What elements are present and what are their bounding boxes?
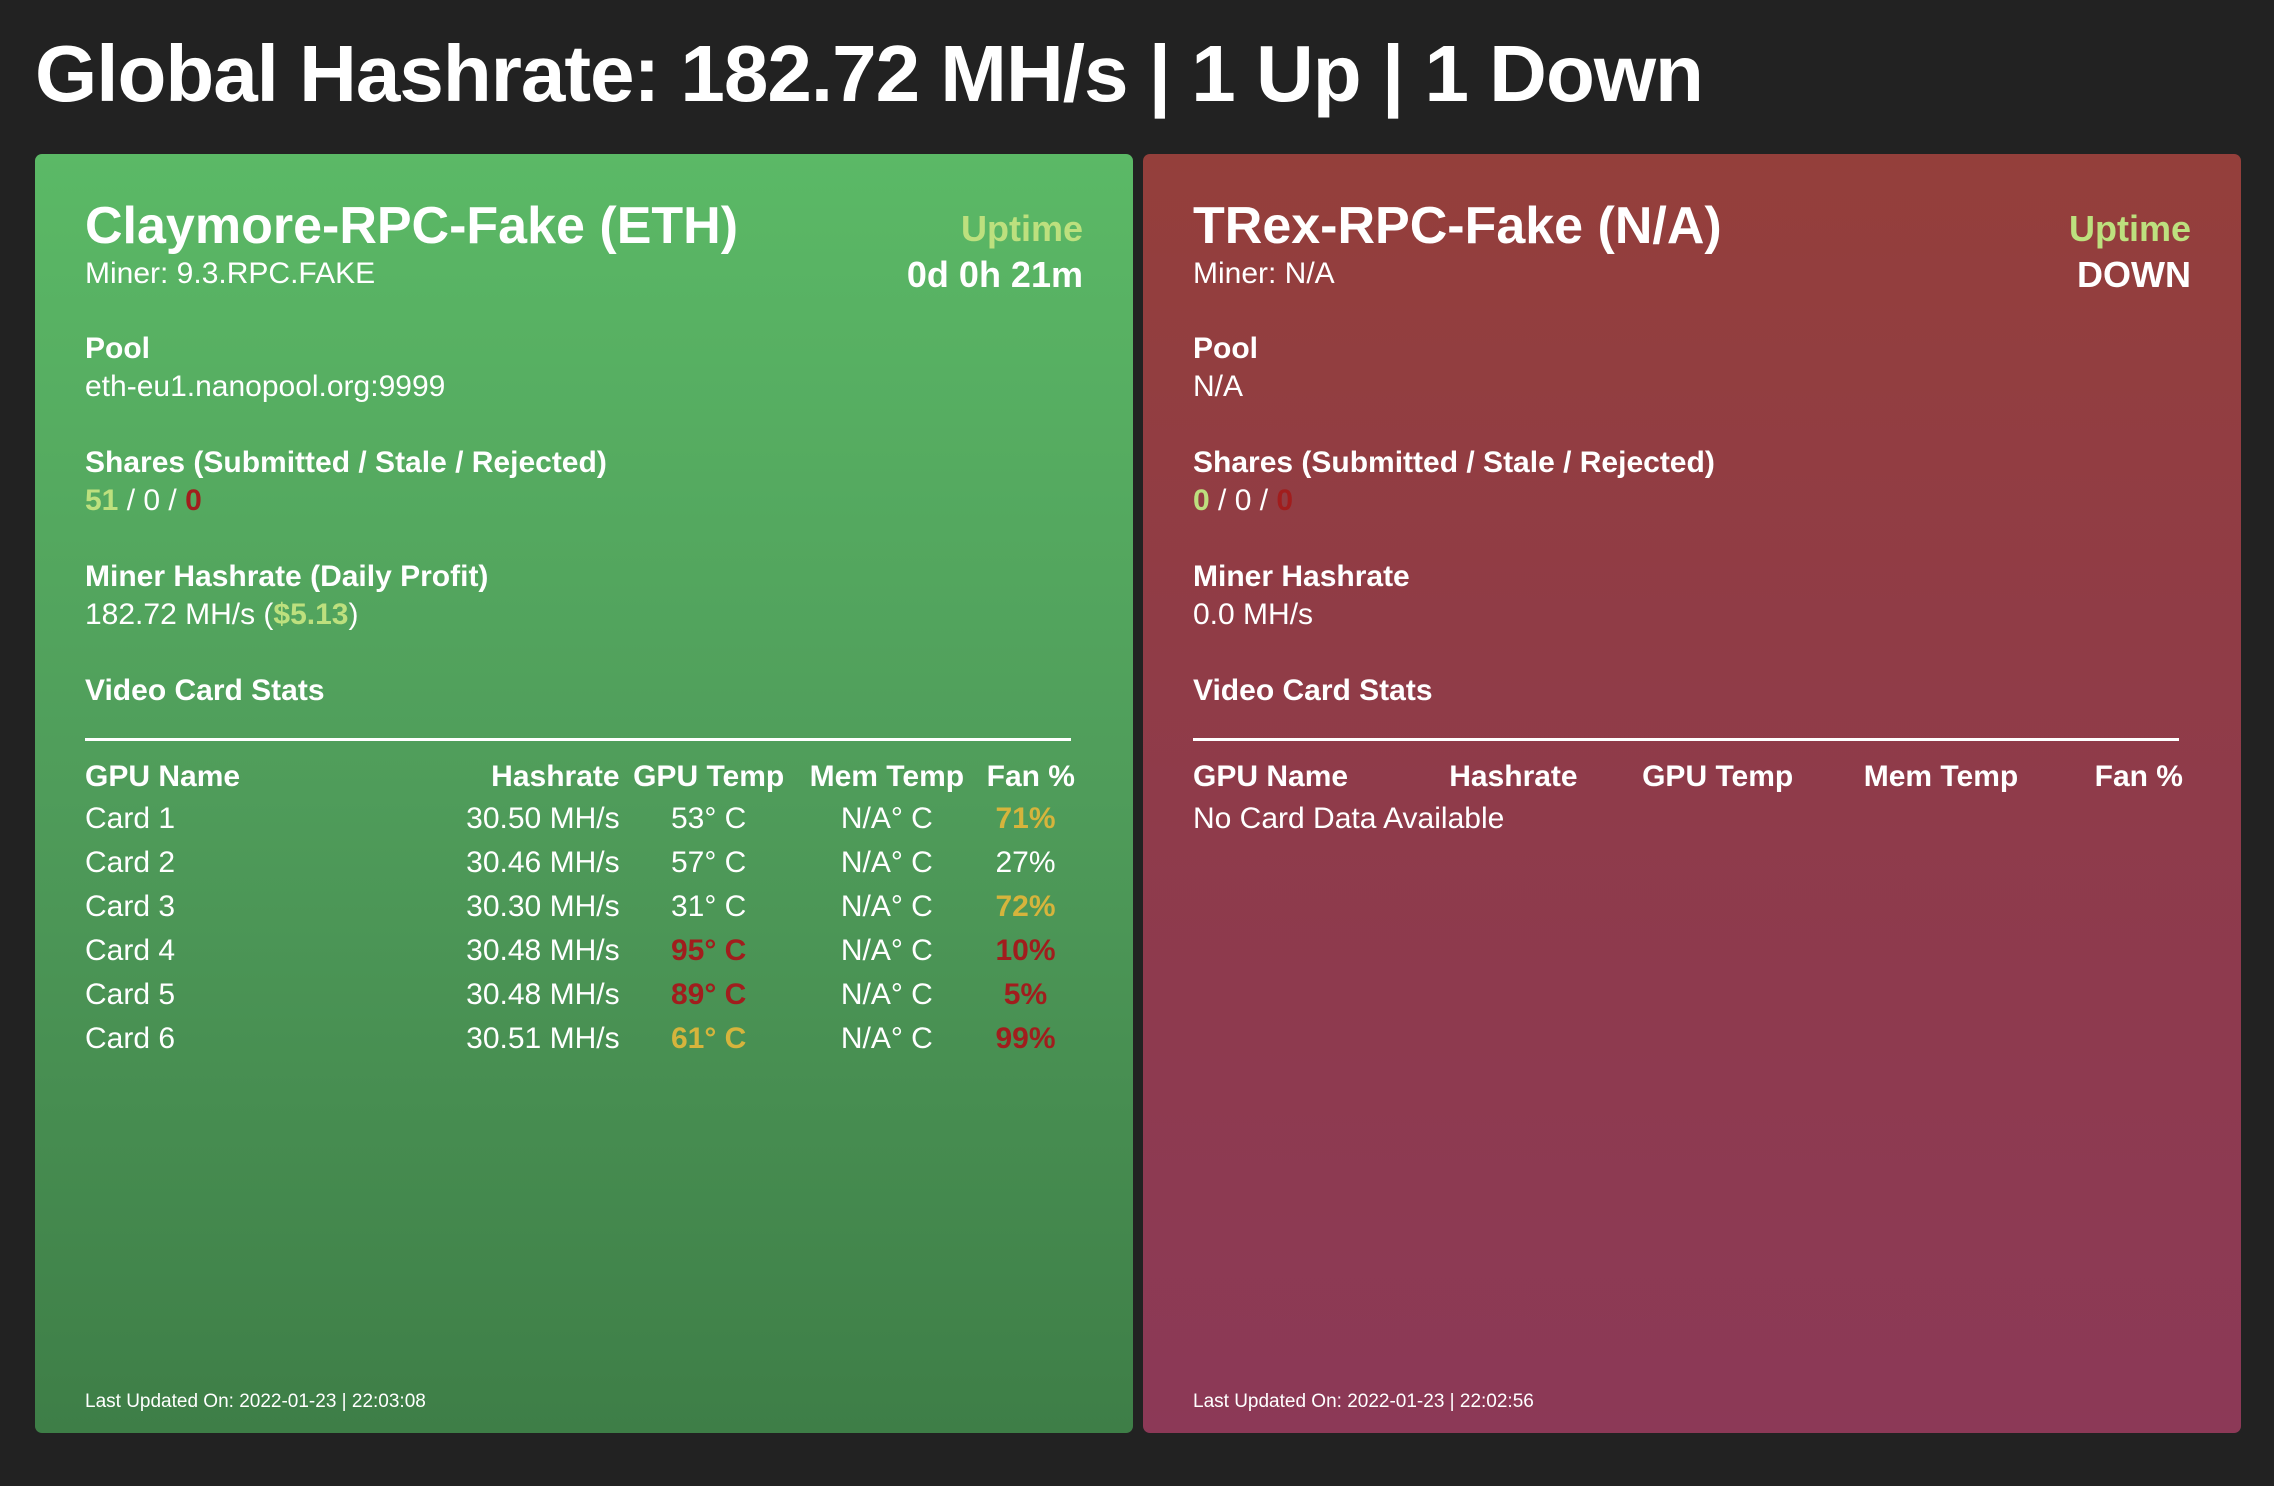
last-updated: Last Updated On: 2022-01-23 | 22:03:08 (85, 1391, 426, 1412)
col-hashrate: Hashrate (491, 760, 620, 793)
shares-value: 51 / 0 / 0 (85, 482, 1083, 520)
col-gpu-temp: GPU Temp (633, 760, 785, 793)
fan-percent: 5% (1003, 978, 1048, 1011)
gpu-hashrate: 30.30 MH/s (466, 890, 620, 923)
gpu-name: Card 3 (85, 890, 176, 923)
shares-rejected: 0 (185, 484, 202, 517)
gpu-row: Card 1 30.50 MH/s 53° C N/A° C 71% (85, 797, 1075, 841)
uptime-label: Uptime (2068, 208, 2191, 249)
gpu-name: Card 4 (85, 934, 176, 967)
daily-profit: $5.13 (273, 598, 349, 631)
gpu-temp: 61° C (670, 1022, 747, 1055)
gpu-table: GPU Name Hashrate GPU Temp Mem Temp Fan … (1193, 757, 2183, 841)
shares-stale: 0 (143, 484, 161, 517)
mem-temp: N/A° C (840, 846, 933, 879)
mem-temp: N/A° C (840, 934, 933, 967)
divider (85, 738, 1071, 741)
miner-name: Claymore-RPC-Fake (ETH) (85, 197, 739, 255)
gpu-hashrate: 30.48 MH/s (466, 978, 620, 1011)
shares-value: 0 / 0 / 0 (1193, 482, 2191, 520)
uptime-value: 0d 0h 21m (906, 254, 1083, 295)
pool-label: Pool (85, 332, 150, 365)
gpu-temp: 57° C (670, 846, 747, 879)
col-fan: Fan % (2094, 760, 2183, 793)
no-card-data: No Card Data Available (1193, 802, 1505, 835)
pool-value: N/A (1193, 370, 1244, 403)
gpu-temp: 89° C (670, 978, 747, 1011)
miner-version: Miner: N/A (1193, 257, 1335, 290)
col-gpu-name: GPU Name (85, 760, 241, 793)
gpu-row: Card 4 30.48 MH/s 95° C N/A° C 10% (85, 929, 1075, 973)
gpu-temp: 53° C (670, 802, 747, 835)
video-card-stats-label: Video Card Stats (1193, 674, 1433, 707)
shares-submitted: 51 (85, 484, 119, 517)
col-mem-temp: Mem Temp (1863, 760, 2019, 793)
gpu-name: Card 6 (85, 1022, 176, 1055)
pool-label: Pool (1193, 332, 1258, 365)
hashrate: 182.72 MH/s ( (85, 598, 274, 631)
gpu-hashrate: 30.50 MH/s (466, 802, 620, 835)
mem-temp: N/A° C (840, 1022, 933, 1055)
col-gpu-name: GPU Name (1193, 760, 1349, 793)
miner-card-trex: TRex-RPC-Fake (N/A) Miner: N/A Uptime DO… (1143, 154, 2241, 1433)
shares-rejected: 0 (1276, 484, 1294, 517)
gpu-row: Card 6 30.51 MH/s 61° C N/A° C 99% (85, 1017, 1075, 1061)
sep: / (118, 484, 144, 517)
gpu-row: Card 2 30.46 MH/s 57° C N/A° C 27% (85, 841, 1075, 885)
video-card-stats-label: Video Card Stats (85, 674, 325, 707)
paren: ) (348, 598, 359, 631)
fan-percent: 72% (995, 890, 1056, 923)
mem-temp: N/A° C (840, 978, 933, 1011)
gpu-temp: 95° C (670, 934, 747, 967)
fan-percent: 99% (995, 1022, 1056, 1055)
miner-card-claymore: Claymore-RPC-Fake (ETH) Miner: 9.3.RPC.F… (35, 154, 1133, 1433)
shares-label: Shares (Submitted / Stale / Rejected) (85, 446, 607, 479)
last-updated: Last Updated On: 2022-01-23 | 22:02:56 (1193, 1391, 1534, 1412)
uptime-value: DOWN (2077, 254, 2191, 295)
gpu-hashrate: 30.48 MH/s (466, 934, 620, 967)
hashrate-value: 0.0 MH/s (1193, 598, 1314, 631)
pool-value: eth-eu1.nanopool.org:9999 (85, 370, 446, 403)
sep: / (1209, 484, 1235, 517)
fan-percent: 10% (995, 934, 1056, 967)
shares-label: Shares (Submitted / Stale / Rejected) (1193, 446, 1715, 479)
uptime-label: Uptime (960, 208, 1083, 249)
hashrate-label: Miner Hashrate (Daily Profit) (85, 560, 489, 593)
mem-temp: N/A° C (840, 802, 933, 835)
fan-percent: 71% (995, 802, 1056, 835)
gpu-row: Card 3 30.30 MH/s 31° C N/A° C 72% (85, 885, 1075, 929)
col-hashrate: Hashrate (1449, 760, 1578, 793)
gpu-name: Card 1 (85, 802, 176, 835)
gpu-row: Card 5 30.48 MH/s 89° C N/A° C 5% (85, 973, 1075, 1017)
sep: / (160, 484, 186, 517)
fan-percent: 27% (995, 846, 1056, 879)
shares-stale: 0 (1234, 484, 1252, 517)
shares-submitted: 0 (1193, 484, 1210, 517)
global-hashrate-title: Global Hashrate: 182.72 MH/s | 1 Up | 1 … (35, 29, 1704, 118)
col-gpu-temp: GPU Temp (1642, 760, 1794, 793)
gpu-name: Card 2 (85, 846, 176, 879)
mem-temp: N/A° C (840, 890, 933, 923)
gpu-hashrate: 30.51 MH/s (466, 1022, 620, 1055)
miner-version: Miner: 9.3.RPC.FAKE (85, 257, 376, 290)
col-mem-temp: Mem Temp (809, 760, 965, 793)
col-fan: Fan % (986, 760, 1075, 793)
miner-name: TRex-RPC-Fake (N/A) (1193, 197, 1722, 255)
gpu-hashrate: 30.46 MH/s (466, 846, 620, 879)
gpu-temp: 31° C (670, 890, 747, 923)
sep: / (1251, 484, 1277, 517)
gpu-name: Card 5 (85, 978, 176, 1011)
divider (1193, 738, 2179, 741)
hashrate-value: 182.72 MH/s ($5.13) (85, 596, 1083, 634)
gpu-table: GPU Name Hashrate GPU Temp Mem Temp Fan … (85, 757, 1075, 1061)
hashrate-label: Miner Hashrate (1193, 560, 1410, 593)
